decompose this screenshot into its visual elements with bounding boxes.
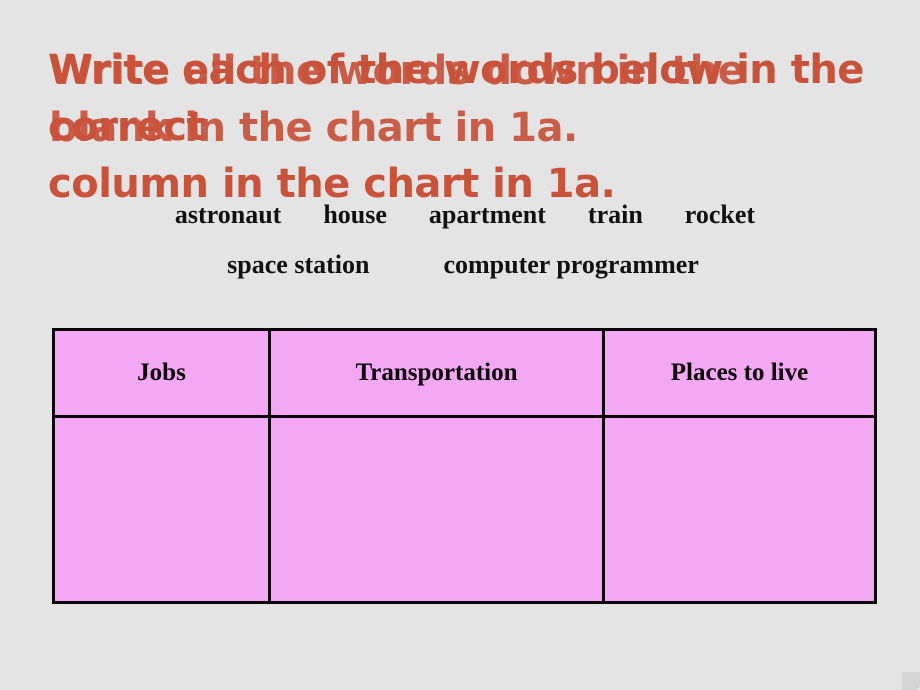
page-title: Write all the words down in the blank in… (48, 42, 888, 207)
column-header-jobs: Jobs (52, 328, 271, 418)
word-astronaut: astronaut (174, 200, 282, 229)
slide-corner-shadow (902, 672, 920, 690)
word-computer-programmer: computer programmer (443, 250, 699, 279)
word-space-station: space station (227, 250, 370, 279)
word-rocket: rocket (684, 200, 756, 229)
word-house: house (323, 200, 387, 229)
chart-table-answer-row (52, 415, 877, 604)
chart-table-header-row: Jobs Transportation Places to live (52, 328, 877, 418)
word-bank-row-2: space station computer programmer (52, 250, 868, 280)
word-bank-row-1: astronaut house apartment train rocket (52, 200, 868, 230)
word-train: train (587, 200, 643, 229)
column-header-places-to-live: Places to live (602, 328, 877, 418)
chart-table: Jobs Transportation Places to live (52, 328, 877, 604)
page-title-front-layer: Write each of the words below in the cor… (48, 47, 864, 207)
answer-cell-places-to-live[interactable] (602, 415, 877, 604)
slide-canvas: Write all the words down in the blank in… (0, 0, 920, 690)
word-apartment: apartment (428, 200, 546, 229)
answer-cell-transportation[interactable] (268, 415, 605, 604)
word-bank: astronaut house apartment train rocket space… (52, 200, 868, 280)
column-header-transportation: Transportation (268, 328, 605, 418)
answer-cell-jobs[interactable] (52, 415, 271, 604)
